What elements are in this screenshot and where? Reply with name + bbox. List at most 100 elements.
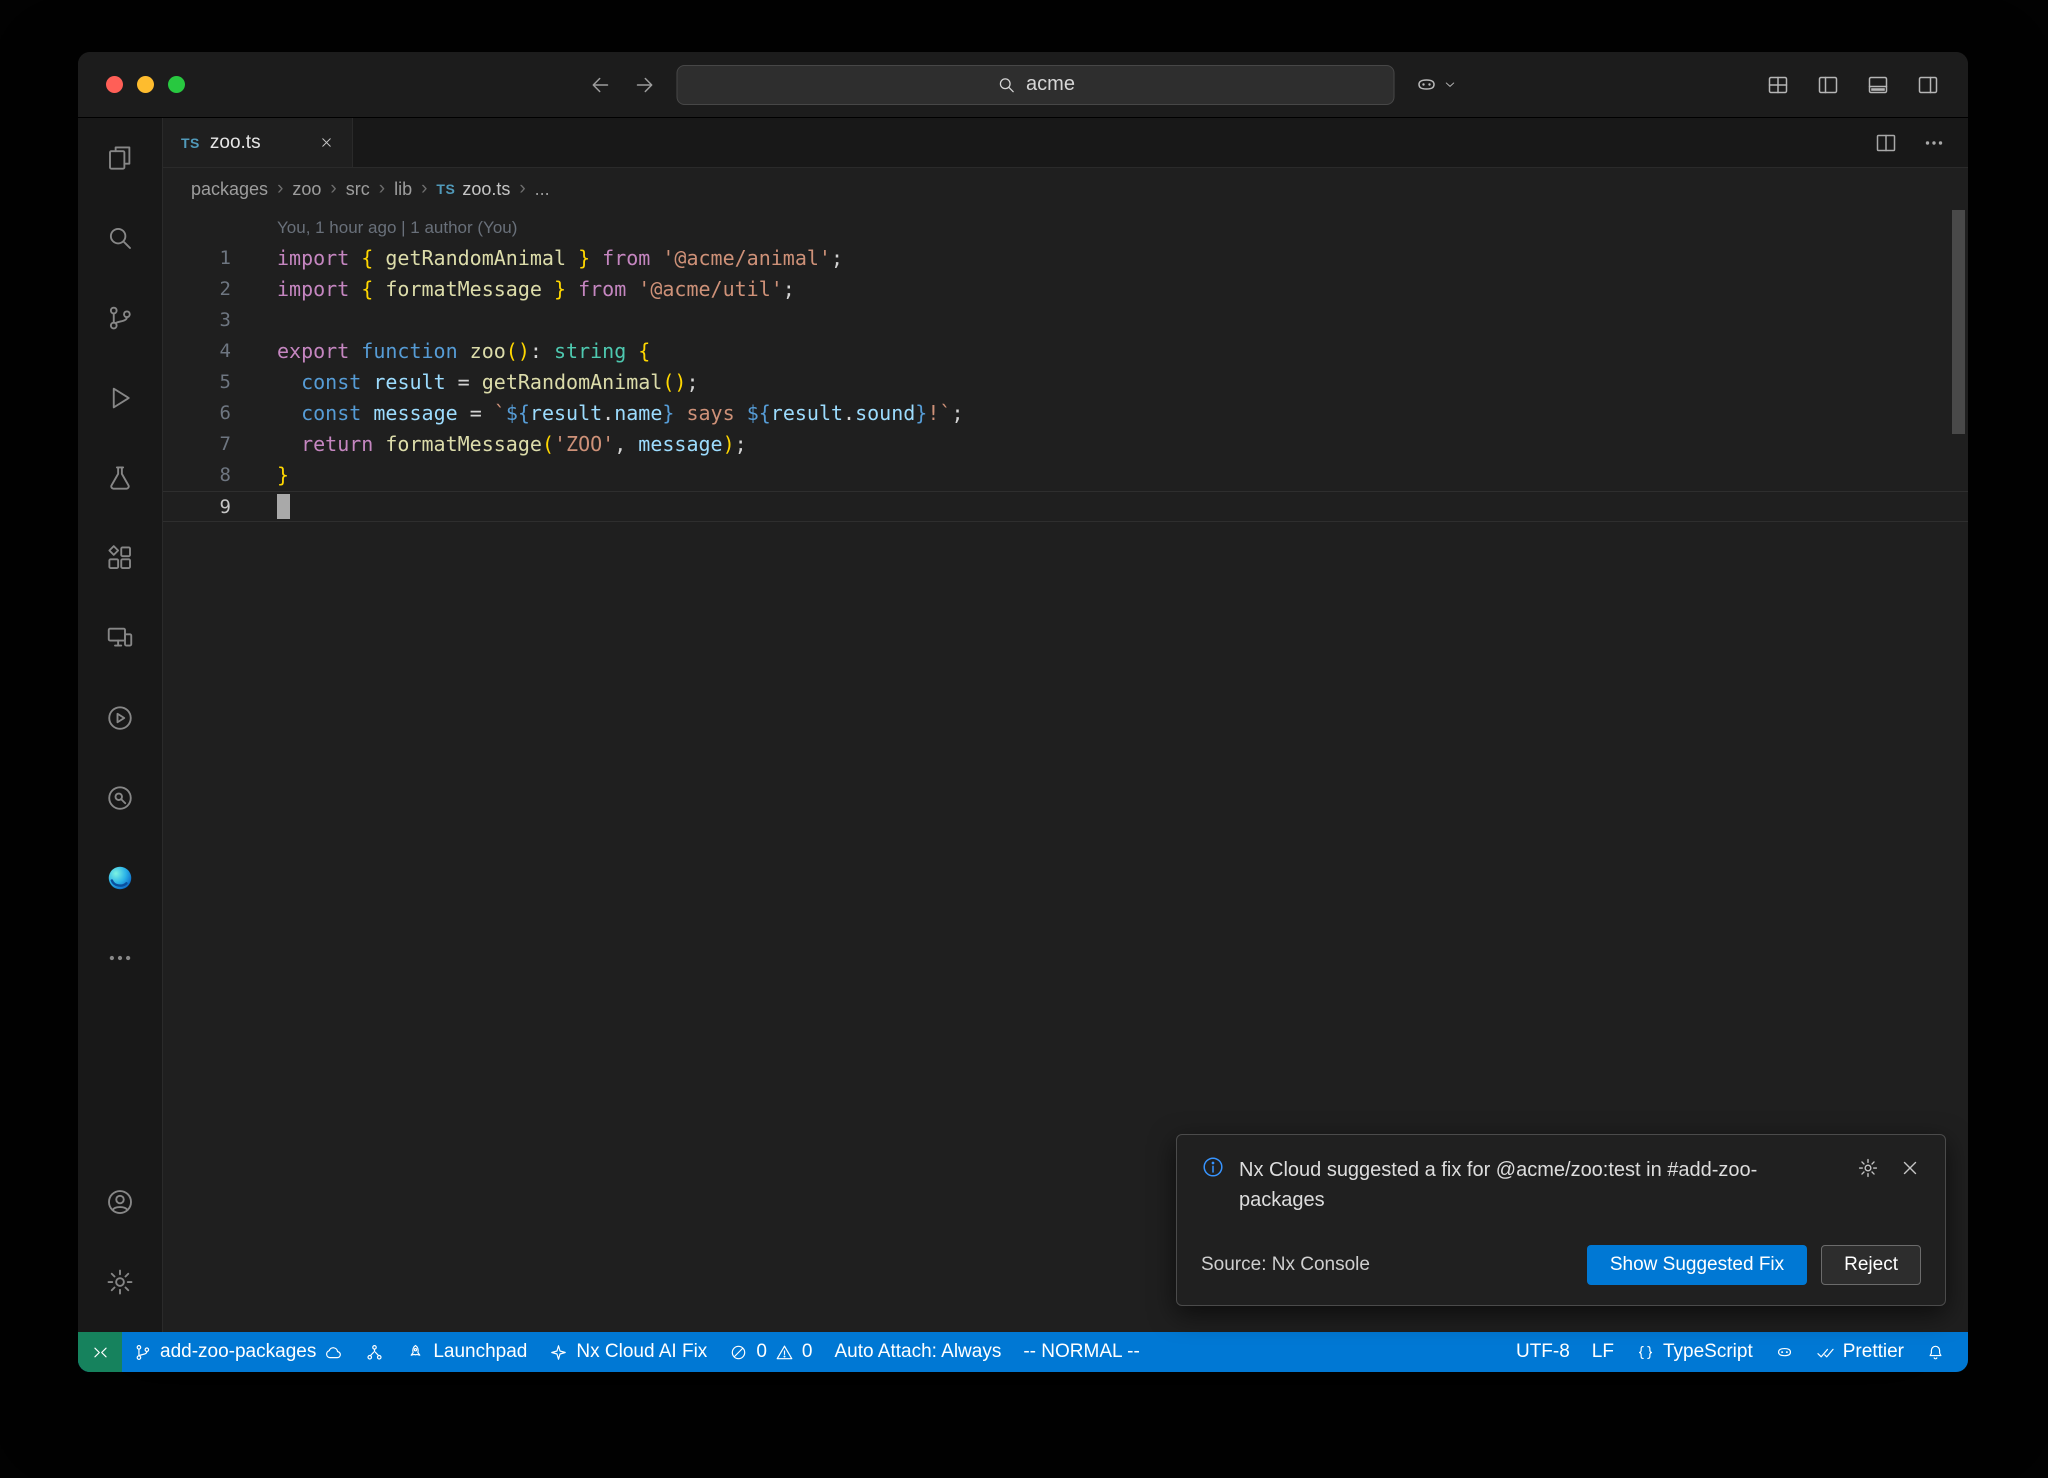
activity-bar [78, 118, 163, 1332]
activity-source-control[interactable] [78, 278, 163, 358]
line-number: 2 [163, 274, 231, 305]
activity-more[interactable] [78, 918, 163, 998]
blame-annotation: You, 1 hour ago | 1 author (You) [163, 212, 1968, 243]
activity-edge-tools[interactable] [78, 838, 163, 918]
graph-icon [365, 1343, 384, 1362]
formatter[interactable]: Prettier [1805, 1332, 1915, 1372]
settings-icon [105, 1267, 135, 1297]
command-center-search[interactable]: acme [677, 65, 1395, 105]
account-icon [105, 1187, 135, 1217]
show-suggested-fix-button[interactable]: Show Suggested Fix [1587, 1245, 1807, 1285]
nx-run-icon [105, 703, 135, 733]
notifications-bell[interactable] [1915, 1332, 1956, 1372]
status-bar-right: UTF-8 LF TypeScript Prettier [1505, 1332, 1968, 1372]
copilot-menu[interactable] [1415, 73, 1458, 97]
close-tab-icon[interactable] [319, 135, 334, 150]
nx-graph[interactable] [354, 1332, 395, 1372]
nx-cloud-ai-fix[interactable]: Nx Cloud AI Fix [538, 1332, 718, 1372]
problems-label: 0 [756, 1341, 767, 1363]
notification-close-icon[interactable] [1899, 1157, 1921, 1179]
explorer-icon [105, 143, 135, 173]
split-editor-icon[interactable] [1874, 131, 1898, 155]
activity-run-debug[interactable] [78, 358, 163, 438]
code-line: 5 const result = getRandomAnimal(); [163, 367, 1968, 398]
search-icon [105, 223, 135, 253]
customize-layout-icon[interactable] [1766, 73, 1790, 97]
breadcrumb-item-packages[interactable]: packages [191, 179, 268, 200]
doublecheck-icon [1816, 1343, 1835, 1362]
circle-slash-icon [729, 1343, 748, 1362]
line-number: 4 [163, 336, 231, 367]
code-text: export function zoo(): string { [277, 336, 650, 367]
forward-icon[interactable] [633, 73, 657, 97]
editor-scrollbar[interactable] [1952, 210, 1965, 434]
minimize-window-button[interactable] [137, 76, 154, 93]
maximize-window-button[interactable] [168, 76, 185, 93]
breadcrumb-more[interactable]: ... [535, 179, 550, 200]
code-text: return formatMessage('ZOO', message); [277, 429, 747, 460]
encoding-label: UTF-8 [1516, 1341, 1570, 1363]
info-icon [1201, 1155, 1225, 1179]
line-number: 3 [163, 305, 231, 336]
problems[interactable]: 00 [718, 1332, 823, 1372]
activity-testing[interactable] [78, 438, 163, 518]
activity-remote-explorer[interactable] [78, 598, 163, 678]
run-debug-icon [105, 383, 135, 413]
activity-settings[interactable] [78, 1242, 163, 1322]
back-icon[interactable] [589, 73, 613, 97]
activity-extensions[interactable] [78, 518, 163, 598]
git-branch[interactable]: add-zoo-packages [122, 1332, 354, 1372]
auto-attach[interactable]: Auto Attach: Always [823, 1332, 1012, 1372]
activity-account[interactable] [78, 1162, 163, 1242]
breadcrumb-item-zoo[interactable]: zoo [292, 179, 321, 200]
line-number: 7 [163, 429, 231, 460]
remote-indicator[interactable] [78, 1332, 122, 1372]
branch-icon [133, 1343, 152, 1362]
activity-nx-inspect[interactable] [78, 758, 163, 838]
line-number: 6 [163, 398, 231, 429]
breadcrumb-separator: › [421, 178, 427, 200]
breadcrumb-item-lib[interactable]: lib [394, 179, 412, 200]
breadcrumb-file-label: zoo.ts [462, 179, 510, 200]
launchpad[interactable]: Launchpad [395, 1332, 538, 1372]
language-mode[interactable]: TypeScript [1625, 1332, 1764, 1372]
code-text: import { formatMessage } from '@acme/uti… [277, 274, 795, 305]
rocket-icon [406, 1343, 425, 1362]
code-text: import { getRandomAnimal } from '@acme/a… [277, 243, 843, 274]
vim-mode-label: -- NORMAL -- [1023, 1341, 1139, 1363]
reject-button[interactable]: Reject [1821, 1245, 1921, 1285]
language-mode-label: TypeScript [1663, 1341, 1753, 1363]
notification-source: Source: Nx Console [1201, 1254, 1370, 1276]
code-line: 2 import { formatMessage } from '@acme/ut… [163, 274, 1968, 305]
problems-label: 0 [802, 1341, 813, 1363]
code-line: 8} [163, 460, 1968, 491]
breadcrumb-file[interactable]: TSzoo.ts [436, 179, 510, 200]
code-line: 7 return formatMessage('ZOO', message); [163, 429, 1968, 460]
chevron-down-icon [1443, 77, 1458, 92]
line-number: 5 [163, 367, 231, 398]
code-line: 1import { getRandomAnimal } from '@acme/… [163, 243, 1968, 274]
toggle-sidebar-icon[interactable] [1816, 73, 1840, 97]
activity-explorer[interactable] [78, 118, 163, 198]
notification-settings-icon[interactable] [1857, 1157, 1879, 1179]
eol[interactable]: LF [1581, 1332, 1625, 1372]
copilot-status[interactable] [1764, 1332, 1805, 1372]
breadcrumb-separator: › [330, 178, 336, 200]
activity-search[interactable] [78, 198, 163, 278]
cloud-icon [324, 1343, 343, 1362]
more-actions-icon[interactable] [1922, 131, 1946, 155]
toggle-panel-icon[interactable] [1866, 73, 1890, 97]
close-window-button[interactable] [106, 76, 123, 93]
search-value: acme [1026, 73, 1075, 96]
encoding[interactable]: UTF-8 [1505, 1332, 1581, 1372]
breadcrumb: packages›zoo›src›lib›TSzoo.ts›... [163, 168, 1968, 210]
toggle-secondary-sidebar-icon[interactable] [1916, 73, 1940, 97]
activity-nx-run[interactable] [78, 678, 163, 758]
vim-mode[interactable]: -- NORMAL -- [1012, 1332, 1150, 1372]
code-text: const result = getRandomAnimal(); [277, 367, 699, 398]
line-number: 8 [163, 460, 231, 491]
tab-zoo.ts[interactable]: TSzoo.ts [163, 118, 353, 167]
code-text: } [277, 460, 289, 491]
breadcrumb-item-src[interactable]: src [346, 179, 370, 200]
breadcrumb-separator: › [277, 178, 283, 200]
